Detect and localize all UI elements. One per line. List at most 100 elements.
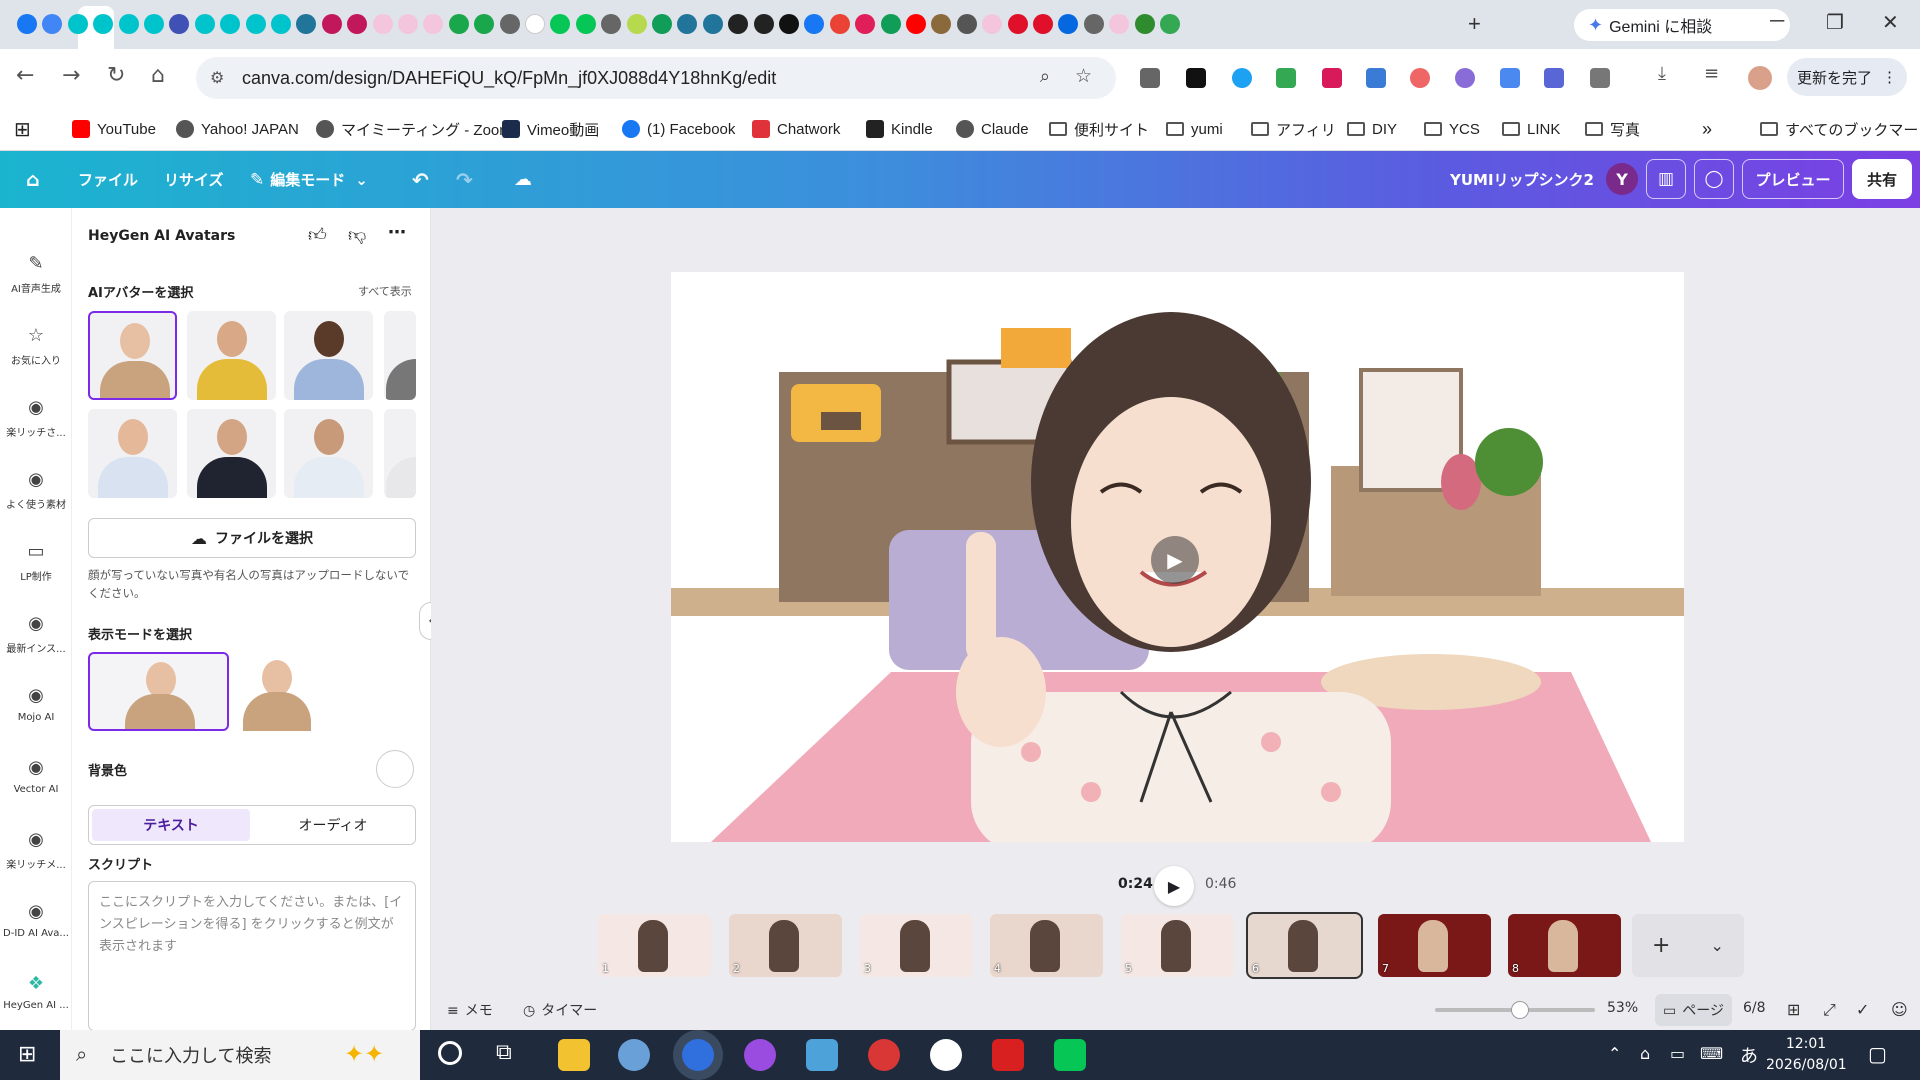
wave-extension-icon[interactable] [1455, 68, 1475, 88]
facebook-icon[interactable] [17, 14, 37, 34]
bookmark-item[interactable]: YCS [1424, 107, 1480, 151]
redo-icon[interactable]: ↷ [456, 151, 473, 208]
display-mode-circle[interactable] [237, 652, 317, 731]
all-bookmarks[interactable]: すべてのブックマーク [1760, 107, 1920, 151]
keyboard-icon[interactable]: ⌨ [1700, 1044, 1723, 1063]
bookmark-item[interactable]: Claude [956, 107, 1029, 151]
color-extension-icon[interactable] [1410, 68, 1430, 88]
tag-extension-icon[interactable] [1366, 68, 1386, 88]
red-dot-icon[interactable] [1033, 14, 1053, 34]
avatar-option[interactable] [187, 311, 276, 400]
battery-icon[interactable]: ▭ [1670, 1044, 1685, 1063]
extension-icon[interactable] [1140, 68, 1160, 88]
zoom-icon[interactable]: ⌕ [1040, 66, 1050, 87]
bookmark-item[interactable]: yumi [1166, 107, 1223, 151]
youtube-icon[interactable] [906, 14, 926, 34]
chrome-profile-icon[interactable] [744, 1039, 776, 1071]
cloud-extension-icon[interactable] [1232, 68, 1252, 88]
page-thumbnail[interactable]: 5 [1121, 914, 1234, 977]
rail-item[interactable]: ▭ LP制作 [0, 540, 72, 583]
rail-item[interactable]: ◉ 楽リッチメ... [0, 828, 72, 871]
rail-item[interactable]: ❖ HeyGen AI ... [0, 972, 72, 1011]
bookmark-item[interactable]: Kindle [866, 107, 933, 151]
system-clock[interactable]: 12:01 2026/08/01 [1766, 1034, 1847, 1076]
f-icon[interactable] [372, 14, 393, 34]
headset-icon[interactable] [448, 14, 469, 34]
cortana-icon[interactable] [438, 1041, 462, 1065]
google-extension-icon[interactable] [1276, 68, 1296, 88]
amazon-icon[interactable] [753, 14, 774, 34]
app-icon[interactable] [806, 1039, 838, 1071]
f-icon[interactable] [398, 14, 418, 34]
download-icon[interactable]: ⤓ [1658, 63, 1666, 84]
bookmark-item[interactable]: Chatwork [752, 107, 840, 151]
cloud-save-icon[interactable]: ☁ [514, 151, 532, 208]
canva-home-icon[interactable]: ⌂ [26, 151, 40, 208]
gmail-icon[interactable] [829, 14, 850, 34]
wordpress-icon[interactable] [677, 14, 698, 34]
add-page-icon[interactable]: + [1652, 933, 1670, 958]
avatar-option[interactable] [187, 409, 276, 498]
photo-icon[interactable] [931, 14, 952, 34]
puzzle-icon[interactable] [1590, 68, 1610, 88]
heart-icon[interactable] [169, 14, 190, 34]
maximize-button[interactable]: ❐ [1826, 10, 1844, 35]
design-canvas[interactable]: ▶ [671, 272, 1684, 842]
phone-extension-icon[interactable] [1500, 68, 1520, 88]
chrome-icon[interactable] [868, 1039, 900, 1071]
tray-network-icon[interactable]: ⌂ [1640, 1044, 1650, 1063]
bookmarks-more-button[interactable]: » [1702, 107, 1712, 151]
select-file-button[interactable]: ☁ ファイルを選択 [88, 518, 416, 558]
facebook-icon[interactable] [804, 14, 825, 34]
page-thumbnail[interactable]: 6 [1246, 912, 1363, 979]
line-icon[interactable] [550, 14, 571, 34]
page-thumbnail[interactable]: 4 [990, 914, 1103, 977]
taskbar-search[interactable]: ⌕ ここに入力して検索 ✦✦ [60, 1030, 420, 1080]
globe-icon[interactable] [601, 14, 622, 34]
ime-indicator[interactable]: あ [1740, 1042, 1758, 1068]
timer-button[interactable]: ◷ タイマー [523, 1000, 597, 1020]
bookmark-item[interactable]: (1) Facebook [622, 107, 735, 151]
bookmark-item[interactable]: 写真 [1585, 107, 1640, 151]
windows-start-icon[interactable]: ⊞ [18, 1042, 36, 1067]
page-view-button[interactable]: ▭ ページ [1655, 994, 1732, 1026]
rail-item[interactable]: ☆ お気に入り [0, 324, 72, 367]
canvas-play-icon[interactable]: ▶ [1151, 536, 1199, 584]
avatar-option[interactable] [284, 409, 373, 498]
meta-icon[interactable] [1058, 14, 1079, 34]
f-icon[interactable] [423, 14, 444, 34]
chrome-icon[interactable] [42, 14, 63, 34]
task-view-icon[interactable]: ⧉ [496, 1040, 512, 1065]
minimize-button[interactable]: ─ [1770, 10, 1784, 33]
bookmark-item[interactable]: 便利サイト [1049, 107, 1149, 151]
bookmark-item[interactable]: LINK [1502, 107, 1560, 151]
thumbs-down-icon[interactable]: 👎︎ [348, 224, 366, 246]
gemini-button[interactable]: ✦ Gemini に相談 [1574, 9, 1790, 41]
maps-icon[interactable] [1160, 14, 1180, 34]
rail-item[interactable]: ◉ Vector AI [0, 756, 72, 795]
bookmark-star-icon[interactable]: ☆ [1075, 65, 1092, 88]
pocket-icon[interactable] [321, 14, 342, 34]
notification-icon[interactable]: ▢ [1868, 1042, 1887, 1066]
video-extension-icon[interactable] [1322, 68, 1342, 88]
forward-icon[interactable]: → [62, 63, 80, 88]
globe-icon[interactable] [499, 14, 520, 34]
pocket-icon[interactable] [347, 14, 368, 34]
page-thumbnail[interactable]: 7 [1378, 914, 1491, 977]
site-info-icon[interactable]: ⚙ [210, 68, 224, 88]
apps-grid-icon[interactable]: ⊞ [14, 107, 31, 151]
share-button[interactable]: 共有 [1852, 159, 1912, 199]
paint-icon[interactable] [618, 1039, 650, 1071]
sheets-icon[interactable] [652, 14, 672, 34]
memo-button[interactable]: ≡ メモ [447, 1000, 493, 1020]
media-icon[interactable]: ≡ [1704, 63, 1719, 84]
avatar-option[interactable] [384, 311, 416, 400]
avatar-option[interactable] [88, 409, 177, 498]
bookmark-item[interactable]: Vimeo動画 [502, 107, 599, 151]
wordpress-icon[interactable] [702, 14, 723, 34]
canva-icon[interactable] [271, 14, 291, 34]
rail-item[interactable]: ◉ 最新インス... [0, 612, 72, 655]
check-icon[interactable]: ✓ [1856, 1000, 1869, 1019]
acrobat-icon[interactable] [992, 1039, 1024, 1071]
page-thumbnail[interactable]: 2 [729, 914, 842, 977]
